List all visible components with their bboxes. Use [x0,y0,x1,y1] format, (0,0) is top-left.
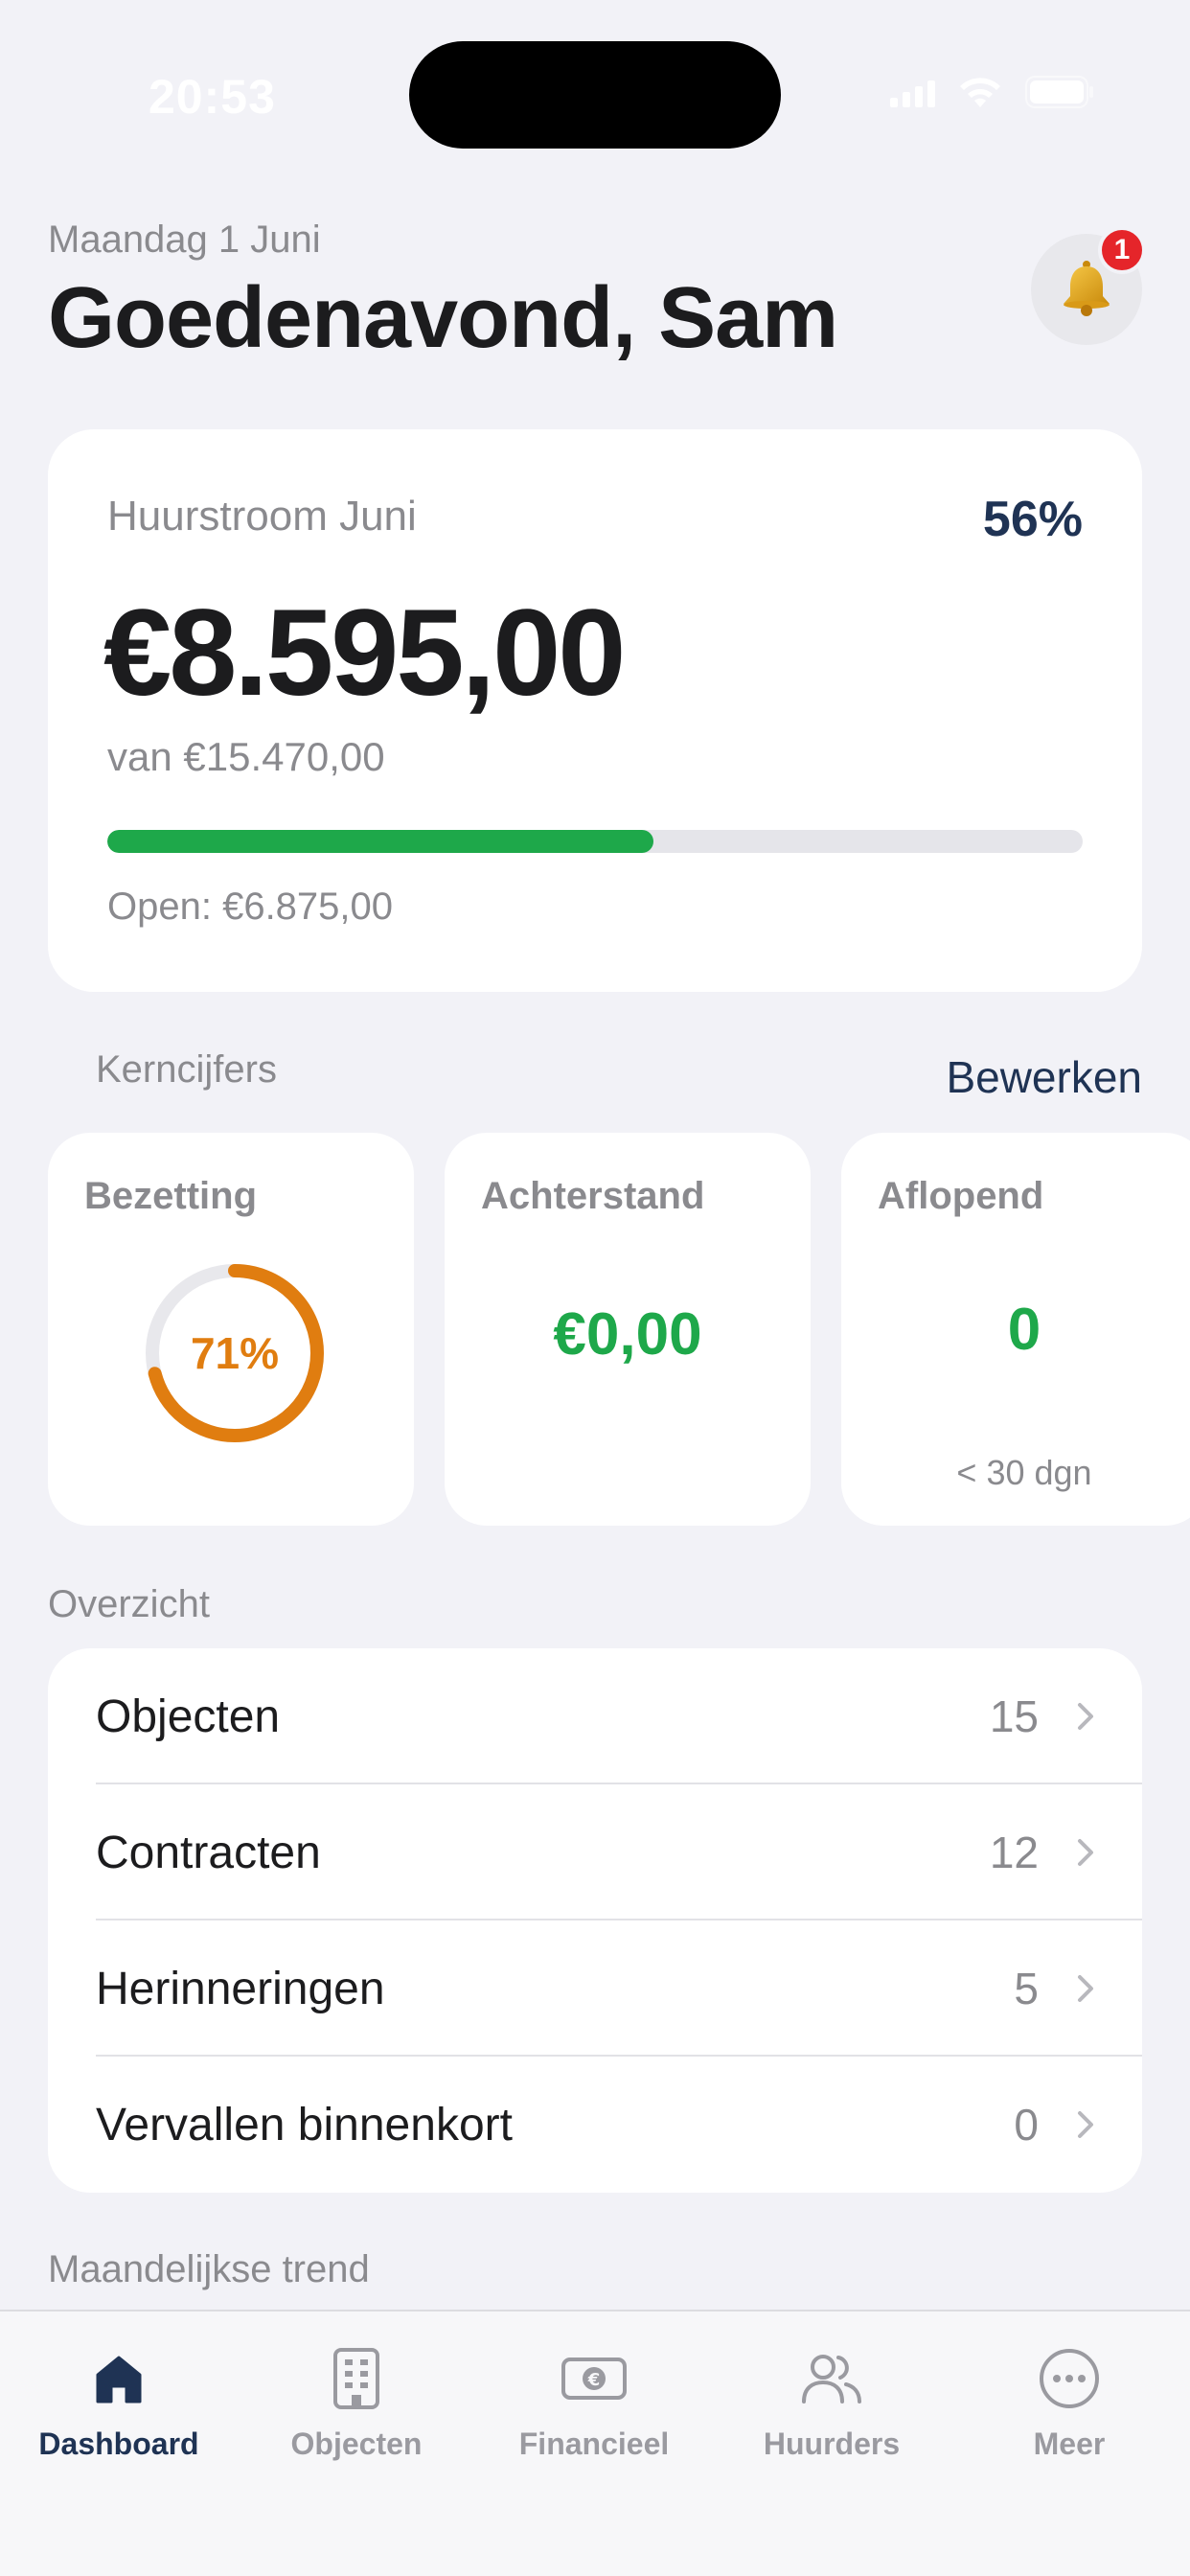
expiring-value: 0 [1007,1297,1041,1363]
tab-label: Dashboard [38,2426,199,2461]
tab-label: Objecten [290,2426,423,2461]
svg-text:€: € [587,2370,601,2390]
people-icon [797,2344,866,2413]
expiring-card[interactable]: Aflopend 0 < 30 dgn [841,1133,1190,1526]
tab-label: Financieel [518,2426,670,2461]
occupancy-card[interactable]: Bezetting 71% [48,1133,414,1526]
list-item-label: Herinneringen [96,1963,385,2014]
list-item-count: 0 [1014,2100,1039,2150]
house-icon [84,2344,153,2413]
chevron-right-icon [1077,2110,1094,2139]
more-icon [1035,2344,1104,2413]
list-item-label: Objecten [96,1690,281,1742]
tab-label: Huurders [763,2426,901,2461]
tab-label: Meer [1033,2426,1106,2461]
dynamic-island [409,41,781,149]
monthly-trend-label: Maandelijkse trend [48,2248,370,2290]
wifi-icon [956,75,1004,109]
list-item-contracts[interactable]: Contracten 12 [48,1784,1142,1920]
edit-button[interactable]: Bewerken [946,1051,1142,1103]
expiring-subtitle: < 30 dgn [956,1453,1092,1492]
cellular-signal-icon [890,77,935,107]
rent-income-card[interactable]: Huurstroom Juni 56% €8.595,00 van €15.47… [48,429,1142,992]
list-item-count: 15 [989,1691,1039,1741]
date-label: Maandag 1 Juni [48,218,321,261]
rent-card-title: Huurstroom Juni [107,493,417,540]
list-item-expiring-soon[interactable]: Vervallen binnenkort 0 [48,2057,1142,2193]
greeting-title: Goedenavond, Sam [48,270,838,366]
tab-objects[interactable]: Objecten [238,2344,475,2462]
key-figures-label: Kerncijfers [96,1048,277,1091]
page-header: Maandag 1 Juni Goedenavond, Sam 1 [48,218,1146,372]
occupancy-value: 71% [190,1328,280,1378]
arrears-title: Achterstand [481,1175,705,1217]
notification-badge: 1 [1098,226,1146,274]
chevron-right-icon [1077,1974,1094,2003]
list-item-reminders[interactable]: Herinneringen 5 [48,1920,1142,2057]
rent-open-amount: Open: €6.875,00 [107,886,394,928]
tab-financial[interactable]: € Financieel [475,2344,713,2462]
status-bar: 20:53 [0,0,1190,192]
expiring-title: Aflopend [878,1175,1044,1217]
overview-list: Objecten 15 Contracten 12 Herinneringen … [48,1648,1142,2193]
chevron-right-icon [1077,1838,1094,1867]
occupancy-title: Bezetting [84,1175,257,1217]
list-item-label: Vervallen binnenkort [96,2099,513,2150]
rent-progress-bar [107,830,1083,853]
list-item-count: 12 [989,1828,1039,1877]
list-item-count: 5 [1014,1964,1039,2013]
chevron-right-icon [1077,1702,1094,1731]
occupancy-ring: 71% [144,1262,326,1444]
overview-label: Overzicht [48,1583,210,1625]
list-item-label: Contracten [96,1827,321,1878]
list-item-objects[interactable]: Objecten 15 [48,1648,1142,1784]
arrears-value: €0,00 [553,1301,702,1368]
rent-percent: 56% [982,492,1083,547]
rent-total: van €15.470,00 [107,734,385,779]
tab-tenants[interactable]: Huurders [713,2344,950,2462]
battery-icon [1025,76,1094,108]
rent-amount: €8.595,00 [103,585,626,722]
tab-more[interactable]: Meer [950,2344,1188,2462]
euro-note-icon: € [560,2344,629,2413]
rent-progress-fill [107,830,654,853]
status-time: 20:53 [149,70,276,124]
tab-dashboard[interactable]: Dashboard [0,2344,238,2462]
dashboard-screen: 20:53 Maandag 1 Juni Goedenavond, Sam 1 … [0,0,1190,2576]
arrears-card[interactable]: Achterstand €0,00 [445,1133,811,1526]
building-icon [322,2344,391,2413]
tab-bar: Dashboard Objecten € Financieel Huurders… [0,2310,1190,2576]
status-icons [890,75,1094,109]
notifications-button[interactable]: 1 [1031,226,1146,345]
